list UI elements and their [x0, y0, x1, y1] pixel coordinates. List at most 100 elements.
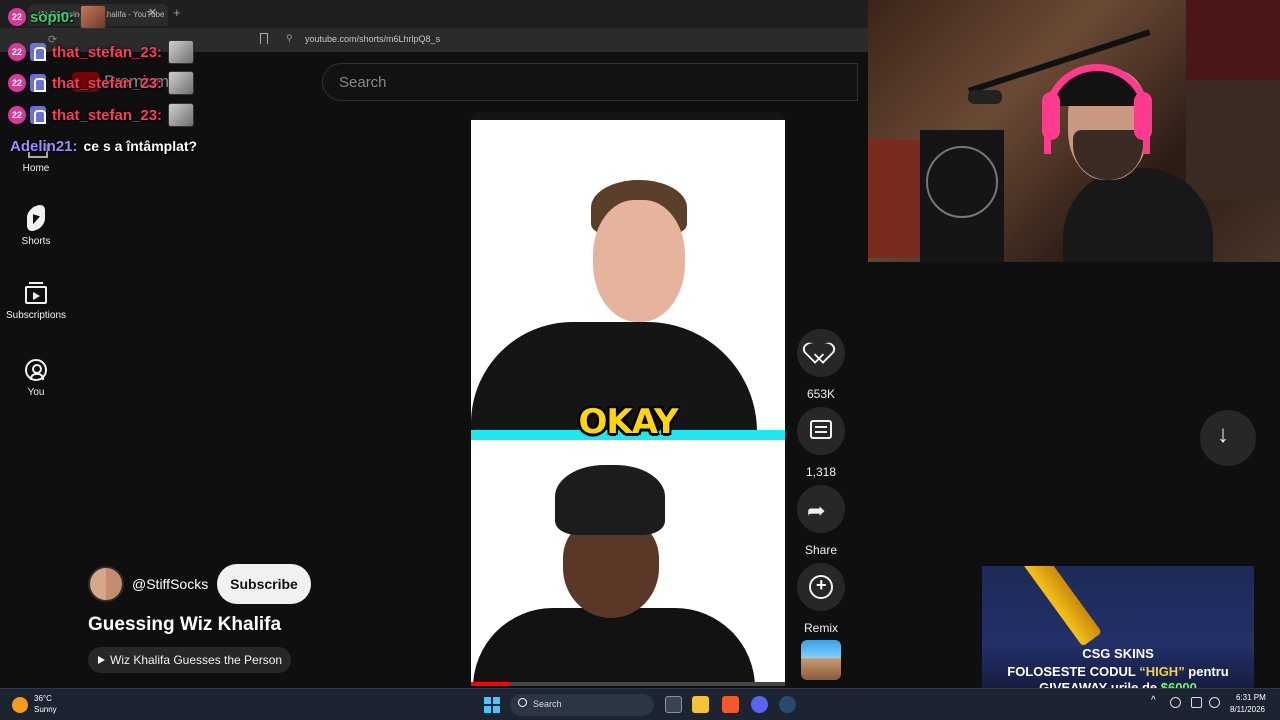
steam-icon[interactable]	[779, 696, 796, 713]
mod-badge-icon	[30, 106, 46, 124]
windows-start-icon[interactable]	[484, 697, 500, 713]
chat-username: that_stefan_23:	[52, 74, 163, 92]
pentagram-icon	[926, 146, 998, 218]
webcam-background-poster	[1186, 0, 1280, 80]
comments-button[interactable]	[797, 407, 845, 455]
file-explorer-icon[interactable]	[692, 696, 709, 713]
ad-promo-code: “HIGH”	[1139, 664, 1185, 679]
sub-badge-icon: 22	[8, 43, 26, 61]
search-icon	[518, 698, 527, 707]
sponsor-ad: CSG SKINS FOLOSESTE CODUL “HIGH” pentru …	[982, 566, 1254, 696]
search-placeholder: Search	[339, 74, 387, 91]
new-tab-icon[interactable]: +	[173, 5, 181, 20]
guide-item-shorts[interactable]: Shorts	[0, 202, 72, 247]
like-action: 653K	[797, 329, 845, 401]
chat-message: 22 that_stefan_23:	[8, 71, 195, 95]
site-info-icon[interactable]: ⚲	[286, 33, 293, 44]
video-person2-body	[473, 608, 755, 682]
you-icon	[25, 359, 47, 381]
chat-username: that_stefan_23:	[52, 43, 163, 61]
arrow-down-icon: ↓	[1217, 421, 1229, 448]
video-progress-bar[interactable]	[471, 682, 785, 686]
windows-taskbar: 36°C Sunny Search ^ 6:31 PM 8/11/2026	[0, 688, 1280, 720]
ad-line-1-suffix: pentru	[1184, 664, 1229, 679]
remix-button[interactable]	[797, 563, 845, 611]
playlist-chip[interactable]: Wiz Khalifa Guesses the Person	[88, 647, 292, 673]
sound-thumbnail[interactable]	[801, 640, 841, 680]
subscribe-button[interactable]: Subscribe	[217, 564, 311, 604]
headphone-earcup-right	[1134, 92, 1152, 140]
sub-badge-icon: 22	[8, 8, 26, 26]
chat-message: Adelin21: ce s a întâmplat?	[10, 134, 197, 158]
comment-count: 1,318	[805, 465, 837, 479]
ad-brand: CSG SKINS	[1082, 646, 1154, 661]
video-person2-hat	[555, 465, 665, 535]
comments-action: 1,318	[797, 407, 845, 479]
search-input[interactable]: Search	[322, 63, 858, 101]
comment-icon	[810, 420, 832, 439]
headphone-earcup-left	[1042, 92, 1060, 140]
microphone-icon	[968, 90, 1002, 104]
shorts-icon	[27, 202, 45, 234]
guide-item-subscriptions[interactable]: Subscriptions	[0, 282, 72, 321]
discord-icon[interactable]	[751, 696, 768, 713]
guide-label-you: You	[27, 387, 45, 398]
heart-icon	[810, 343, 832, 363]
chat-message: 22 sopi0:	[8, 5, 107, 29]
playlist-chip-label: Wiz Khalifa Guesses the Person	[110, 653, 283, 667]
video-progress-fill	[471, 682, 509, 686]
subscriptions-icon	[25, 282, 47, 304]
sub-badge-icon: 22	[8, 106, 26, 124]
guide-label-shorts: Shorts	[21, 236, 51, 247]
chat-emote-icon	[168, 71, 195, 95]
remix-action: Remix	[797, 563, 845, 635]
network-icon[interactable]	[1191, 697, 1202, 708]
video-caption: OKAY	[578, 402, 679, 442]
streamer-webcam	[868, 0, 1280, 262]
share-icon: ➦	[807, 498, 826, 523]
mod-badge-icon	[30, 43, 46, 61]
ad-line-1: FOLOSESTE CODUL “HIGH” pentru	[982, 664, 1254, 679]
share-action: ➦ Share	[797, 485, 845, 557]
weather-sun-icon[interactable]	[12, 697, 28, 713]
knife-skin-icon	[1017, 566, 1103, 647]
sub-badge-icon: 22	[8, 74, 26, 92]
guide-label-home: Home	[22, 163, 50, 174]
chat-emote-icon	[168, 40, 195, 64]
short-frame-top	[471, 112, 785, 120]
like-count: 653K	[806, 387, 836, 401]
clock-date[interactable]: 8/11/2026	[1230, 705, 1265, 714]
chat-username: that_stefan_23:	[52, 106, 163, 124]
chat-text: ce s a întâmplat?	[83, 138, 198, 154]
play-icon	[98, 656, 105, 664]
url-text[interactable]: youtube.com/shorts/m6LhrlpQ8_s	[305, 34, 440, 44]
tray-overflow-icon[interactable]: ^	[1151, 695, 1156, 706]
mod-badge-icon	[30, 74, 46, 92]
channel-handle[interactable]: @StiffSocks	[132, 576, 208, 592]
weather-temperature[interactable]: 36°C	[34, 694, 52, 703]
remix-label: Remix	[803, 621, 838, 635]
browser-tab-bar: (1) Guessing Wiz Khalifa - YouTube ✕ +	[0, 0, 868, 28]
video-title[interactable]: Guessing Wiz Khalifa	[88, 614, 281, 636]
chat-username: sopi0:	[30, 8, 75, 26]
task-view-icon[interactable]	[665, 696, 682, 713]
webcam-shelf	[1186, 80, 1280, 200]
share-button[interactable]: ➦	[797, 485, 845, 533]
volume-icon[interactable]	[1209, 697, 1220, 708]
next-short-button[interactable]: ↓	[1200, 410, 1256, 466]
taskbar-search[interactable]: Search	[510, 694, 654, 716]
guide-item-you[interactable]: You	[0, 359, 72, 398]
weather-condition[interactable]: Sunny	[34, 705, 57, 714]
speaker-icon[interactable]	[1170, 697, 1181, 708]
clock-time[interactable]: 6:31 PM	[1236, 693, 1266, 702]
remix-icon	[809, 575, 833, 599]
chat-message: 22 that_stefan_23:	[8, 40, 195, 64]
short-video-player[interactable]: OKAY	[471, 120, 785, 682]
brave-browser-icon[interactable]	[722, 696, 739, 713]
like-button[interactable]	[797, 329, 845, 377]
channel-avatar[interactable]	[88, 566, 124, 602]
chat-emote-icon	[80, 5, 107, 29]
close-tab-icon[interactable]: ✕	[148, 6, 157, 19]
share-label: Share	[804, 543, 838, 557]
bookmark-icon[interactable]	[260, 33, 268, 44]
